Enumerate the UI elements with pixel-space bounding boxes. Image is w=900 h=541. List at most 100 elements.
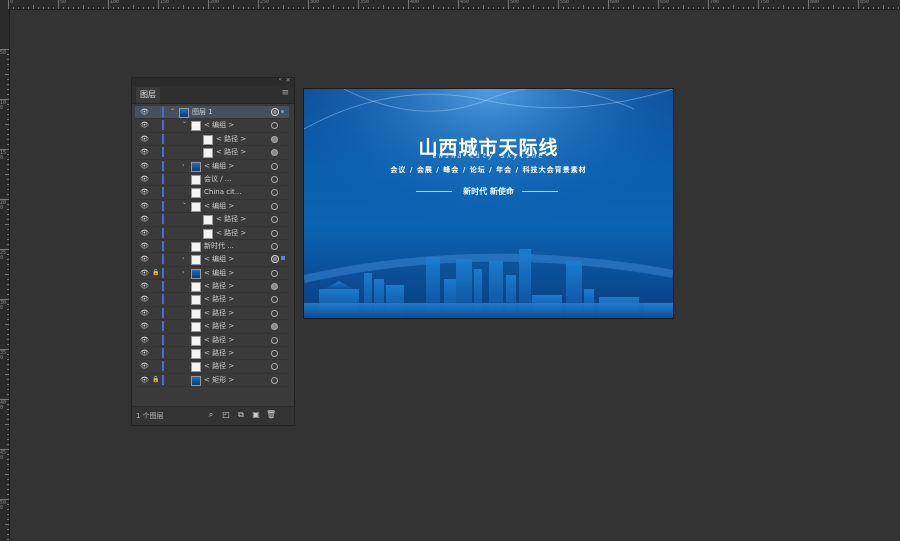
layer-row[interactable]: 👁 ⌄ < 编组 > xyxy=(135,118,289,133)
layer-name[interactable]: < 路径 > xyxy=(204,280,234,292)
artboard-slogan[interactable]: 新时代 新使命 xyxy=(304,186,673,197)
layer-name[interactable]: < 路径 > xyxy=(204,320,234,332)
visibility-eye-icon[interactable]: 👁 xyxy=(140,186,149,198)
visibility-eye-icon[interactable]: 👁 xyxy=(140,280,149,292)
target-circle-icon[interactable] xyxy=(271,202,278,210)
selection-indicator[interactable] xyxy=(281,110,284,113)
visibility-eye-icon[interactable]: 👁 xyxy=(140,253,149,265)
layer-name[interactable]: < 路径 > xyxy=(216,227,246,239)
target-circle-icon[interactable] xyxy=(271,350,278,358)
layer-row[interactable]: 👁 › < 编组 > xyxy=(135,160,289,173)
layer-row[interactable]: 👁 会议 / ... xyxy=(135,173,289,187)
layer-name[interactable]: 会议 / ... xyxy=(204,173,231,185)
close-panel-icon[interactable]: × xyxy=(285,76,291,84)
layer-name[interactable]: < 编组 > xyxy=(204,160,234,172)
layer-row[interactable]: 👁 › < 编组 > xyxy=(135,253,289,267)
target-circle-icon[interactable] xyxy=(271,283,278,291)
lock-icon[interactable]: 🔒 xyxy=(152,267,159,279)
visibility-eye-icon[interactable]: 👁 xyxy=(140,267,149,279)
visibility-eye-icon[interactable]: 👁 xyxy=(140,360,149,372)
visibility-eye-icon[interactable]: 👁 xyxy=(140,240,149,252)
target-circle-icon[interactable] xyxy=(271,189,278,197)
visibility-eye-icon[interactable]: 👁 xyxy=(140,374,149,386)
chevron-right-icon[interactable]: › xyxy=(182,253,184,265)
chevron-down-icon[interactable]: ⌄ xyxy=(170,103,175,115)
panel-title-bar[interactable]: « × xyxy=(132,76,294,86)
layer-name[interactable]: < 路径 > xyxy=(216,133,246,145)
layer-name[interactable]: < 路径 > xyxy=(204,347,234,359)
target-circle-icon[interactable] xyxy=(271,175,278,183)
layer-name[interactable]: < 路径 > xyxy=(204,293,234,305)
artboard-categories[interactable]: 会议 / 会展 / 峰会 / 论坛 / 年会 / 科技大会背景素材 xyxy=(304,165,673,175)
layer-row[interactable]: 👁 < 路径 > xyxy=(135,227,289,240)
layer-row[interactable]: 👁 < 路径 > xyxy=(135,293,289,307)
visibility-eye-icon[interactable]: 👁 xyxy=(140,213,149,225)
tab-layers[interactable]: 图层 xyxy=(136,87,160,103)
visibility-eye-icon[interactable]: 👁 xyxy=(140,320,149,332)
layer-row[interactable]: 👁 🔒 < 矩形 > xyxy=(135,374,289,388)
layer-row[interactable]: 👁 🔒 › < 编组 > xyxy=(135,267,289,281)
layer-name[interactable]: < 编组 > xyxy=(204,267,234,279)
layer-name[interactable]: < 路径 > xyxy=(216,213,246,225)
layer-row[interactable]: 👁 < 路径 > xyxy=(135,347,289,361)
target-circle-icon[interactable] xyxy=(271,269,278,277)
layer-name[interactable]: < 路径 > xyxy=(216,146,246,158)
target-circle-icon[interactable] xyxy=(271,255,279,264)
target-circle-icon[interactable] xyxy=(271,296,278,304)
layer-row[interactable]: 👁 China cit... xyxy=(135,186,289,200)
layer-row[interactable]: 👁 < 路径 > xyxy=(135,133,289,147)
target-circle-icon[interactable] xyxy=(271,229,278,237)
target-circle-icon[interactable] xyxy=(271,336,278,344)
visibility-eye-icon[interactable]: 👁 xyxy=(140,160,149,172)
layer-row[interactable]: 👁 ⌄ < 编组 > xyxy=(135,197,289,214)
layer-row[interactable]: 👁 ⌄ 图层 1 xyxy=(135,103,289,120)
layer-row[interactable]: 👁 < 路径 > xyxy=(135,360,289,374)
visibility-eye-icon[interactable]: 👁 xyxy=(140,173,149,185)
layer-name[interactable]: < 编组 > xyxy=(204,119,234,131)
layer-name[interactable]: China cit... xyxy=(204,186,241,198)
target-circle-icon[interactable] xyxy=(271,122,278,130)
visibility-eye-icon[interactable]: 👁 xyxy=(140,106,149,118)
make-clipping-mask-icon[interactable]: ◰ xyxy=(221,410,231,420)
layer-name[interactable]: < 编组 > xyxy=(204,200,234,212)
locate-object-icon[interactable]: ⌕ xyxy=(206,410,216,420)
layer-name[interactable]: < 路径 > xyxy=(204,360,234,372)
chevron-down-icon[interactable]: ⌄ xyxy=(182,197,187,209)
visibility-eye-icon[interactable]: 👁 xyxy=(140,347,149,359)
layer-name[interactable]: < 编组 > xyxy=(204,253,234,265)
delete-layer-icon[interactable]: 🗑 xyxy=(266,410,276,420)
collapse-panel-icon[interactable]: « xyxy=(278,76,282,83)
layer-row[interactable]: 👁 < 路径 > xyxy=(135,334,289,348)
target-circle-icon[interactable] xyxy=(271,309,278,317)
target-circle-icon[interactable] xyxy=(271,108,279,116)
target-circle-icon[interactable] xyxy=(271,162,278,170)
layer-name[interactable]: 新时代 ... xyxy=(204,240,234,252)
visibility-eye-icon[interactable]: 👁 xyxy=(140,146,149,158)
layer-row[interactable]: 👁 < 路径 > xyxy=(135,146,289,160)
target-circle-icon[interactable] xyxy=(271,135,278,143)
vertical-ruler[interactable]: 50 100 150 200 250 300 350 400 450 500 xyxy=(0,9,10,541)
visibility-eye-icon[interactable]: 👁 xyxy=(140,133,149,145)
chevron-right-icon[interactable]: › xyxy=(182,267,184,279)
layer-row[interactable]: 👁 < 路径 > xyxy=(135,320,289,334)
layer-row[interactable]: 👁 < 路径 > xyxy=(135,280,289,294)
visibility-eye-icon[interactable]: 👁 xyxy=(140,227,149,239)
target-circle-icon[interactable] xyxy=(271,242,278,250)
new-layer-icon[interactable]: ▣ xyxy=(251,410,261,420)
create-sublayer-icon[interactable]: ⧉ xyxy=(236,410,246,420)
artboard-subtitle[interactable]: China city skyline xyxy=(304,152,673,160)
layer-name[interactable]: < 路径 > xyxy=(204,334,234,346)
visibility-eye-icon[interactable]: 👁 xyxy=(140,334,149,346)
selection-indicator[interactable] xyxy=(281,256,285,261)
target-circle-icon[interactable] xyxy=(271,216,278,224)
target-circle-icon[interactable] xyxy=(271,363,278,371)
lock-icon[interactable]: 🔒 xyxy=(152,374,159,386)
layer-row[interactable]: 👁 新时代 ... xyxy=(135,240,289,254)
layer-row[interactable]: 👁 < 路径 > xyxy=(135,307,289,321)
chevron-right-icon[interactable]: › xyxy=(182,160,184,172)
horizontal-ruler[interactable]: 0 50 100 150 200 250 300 350 400 450 500 550 600 650 7… xyxy=(0,0,900,10)
panel-menu-icon[interactable]: ≡ xyxy=(281,88,289,98)
visibility-eye-icon[interactable]: 👁 xyxy=(140,119,149,131)
visibility-eye-icon[interactable]: 👁 xyxy=(140,307,149,319)
artboard[interactable]: 山西城市天际线 China city skyline 会议 / 会展 / 峰会 … xyxy=(303,88,674,319)
